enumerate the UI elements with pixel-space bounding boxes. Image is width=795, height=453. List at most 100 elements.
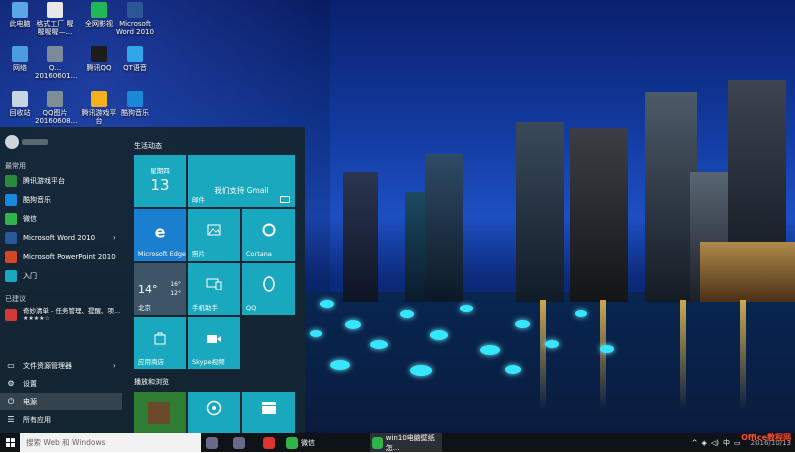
folder-icon: ▭ [7,360,15,370]
wallpaper-light [505,365,521,374]
groove-music-tile[interactable] [188,392,240,433]
volume-icon[interactable]: ◁) [711,439,719,447]
desktop-icon-label: Q... 20160601... [35,64,78,80]
qq-tile[interactable]: QQ [242,263,295,315]
start-bottom-label: 设置 [23,379,37,388]
taskbar-app-label: win10电脑壁纸怎... [385,433,435,452]
suggested-app-rating: ★★★★☆ [23,315,50,322]
desktop-icon-label: QT语音 [123,64,147,72]
store-tile[interactable]: 应用商店 [134,317,186,369]
start-bottom-item[interactable]: ☰ 所有应用 [0,411,128,428]
tencent-game-icon [91,91,107,107]
suggested-app[interactable]: 奇妙清单 - 任务管理、提醒、项... ★★★★☆ [0,304,128,326]
start-bottom-label: 电源 [23,397,37,406]
network-tray-icon[interactable]: ◈ [702,439,707,447]
disc-icon [206,400,222,420]
weather-city: 北京 [138,304,151,312]
start-app-item[interactable]: Microsoft PowerPoint 2010 [0,248,128,265]
start-app-item[interactable]: 酷狗音乐 [0,191,128,208]
desktop-icon[interactable]: 回收站 [0,91,40,117]
desktop-icon-label: 全网影视 [85,20,113,28]
wallpaper-light [515,320,530,328]
clapperboard-icon [261,401,277,419]
calendar-day: 星期四 [150,167,170,175]
movies-tile[interactable] [242,392,295,433]
chevron-up-icon[interactable]: ^ [692,439,698,447]
desktop-icon-label: 酷狗音乐 [121,109,149,117]
cortana-tile[interactable]: Cortana [242,209,295,261]
gear-icon: ⚙ [7,378,15,388]
wallpaper-building [700,242,795,302]
taskbar-app[interactable] [206,433,218,452]
wechat-icon [286,436,298,449]
phone-companion-tile[interactable]: 手机助手 [188,263,240,315]
taskbar-app[interactable] [233,433,245,452]
start-tiles-area: 生活动态 星期四 13 我们支持 Gmail 邮件 e Microsoft Ed… [128,127,305,433]
wunderlist-icon [5,309,17,321]
wallpaper-light [345,320,361,329]
desktop-icon-label: 此电脑 [9,20,31,28]
minecraft-tile[interactable] [134,392,186,433]
start-bottom-item[interactable]: ▭ 文件资源管理器 › [0,357,128,374]
weather-temp: 14° [138,283,158,296]
edge-tile[interactable]: e Microsoft Edge [134,209,186,261]
weather-low: 12° [170,290,181,297]
start-menu: 最常用 腾讯游戏平台 酷狗音乐 微信 Microsoft Word 2010 › Micr… [0,127,305,433]
desktop-icon[interactable]: 此电脑 [0,2,40,28]
cortana-tile-label: Cortana [246,250,272,258]
desktop-icon-label: Microsoft Word 2010 [115,20,155,36]
tencent-game-icon [5,174,17,187]
photos-icon [207,224,221,240]
start-button[interactable] [0,433,20,452]
chevron-right-icon[interactable]: › [113,361,116,370]
desktop-icon[interactable]: 网络 [0,46,40,72]
word-icon [5,231,17,244]
user-avatar[interactable] [5,135,19,149]
desktop-icon[interactable]: QQ图片 20160608... [35,91,77,125]
calendar-tile[interactable]: 星期四 13 [134,155,186,207]
weather-tile[interactable]: 14° 16° 12° 北京 [134,263,186,315]
cortana-icon [262,223,276,241]
start-app-item[interactable]: 微信 [0,210,128,227]
start-app-label: 腾讯游戏平台 [23,176,65,185]
start-bottom-label: 所有应用 [23,415,51,424]
language-icon[interactable]: 中 [723,438,730,448]
taskbar-app[interactable]: win10电脑壁纸怎... [370,433,442,452]
edge-tile-label: Microsoft Edge [138,250,186,258]
kugou-icon [127,91,143,107]
wallpaper-light [320,300,334,308]
user-name[interactable] [22,139,48,145]
desktop-icon[interactable]: 格式工厂 喔喔喔喔—... [35,2,75,36]
taskbar-app[interactable]: 微信 [286,433,315,452]
desktop-icon[interactable]: QT语音 [115,46,155,72]
action-center-icon[interactable]: ▭ [734,439,741,447]
start-bottom-item[interactable]: ⏻ 电源 [0,393,122,410]
start-app-label: 入门 [23,271,37,280]
taskbar-app-label: 微信 [301,438,315,447]
desktop-icon[interactable]: 腾讯QQ [79,46,119,72]
game-icon [263,436,275,449]
desktop-icon-label: 回收站 [9,109,31,117]
search-input[interactable]: 搜索 Web 和 Windows [20,433,201,452]
network-icon [12,46,28,62]
start-app-item[interactable]: Microsoft Word 2010 › [0,229,128,246]
taskbar-app[interactable] [263,433,275,452]
app-icon-1 [206,436,218,449]
wallpaper-building [516,122,564,302]
wallpaper-light [575,310,587,317]
desktop-icon[interactable]: 全网影视 [79,2,119,28]
desktop-icon[interactable]: 酷狗音乐 [115,91,155,117]
desktop-icon[interactable]: Q... 20160601... [35,46,78,80]
desktop-icon[interactable]: Microsoft Word 2010 [115,2,155,36]
mail-tile[interactable]: 我们支持 Gmail 邮件 [188,155,295,207]
photos-tile[interactable]: 照片 [188,209,240,261]
start-app-item[interactable]: 入门 [0,267,128,284]
skype-video-tile[interactable]: Skype视频 [188,317,240,369]
start-bottom-item[interactable]: ⚙ 设置 [0,375,128,392]
desktop-icon[interactable]: 腾讯游戏平台 [79,91,119,125]
chevron-right-icon[interactable]: › [113,233,116,242]
wallpaper-light [410,365,432,376]
start-app-label: Microsoft Word 2010 [23,233,96,242]
start-app-item[interactable]: 腾讯游戏平台 [0,172,128,189]
image-file-icon [47,91,63,107]
